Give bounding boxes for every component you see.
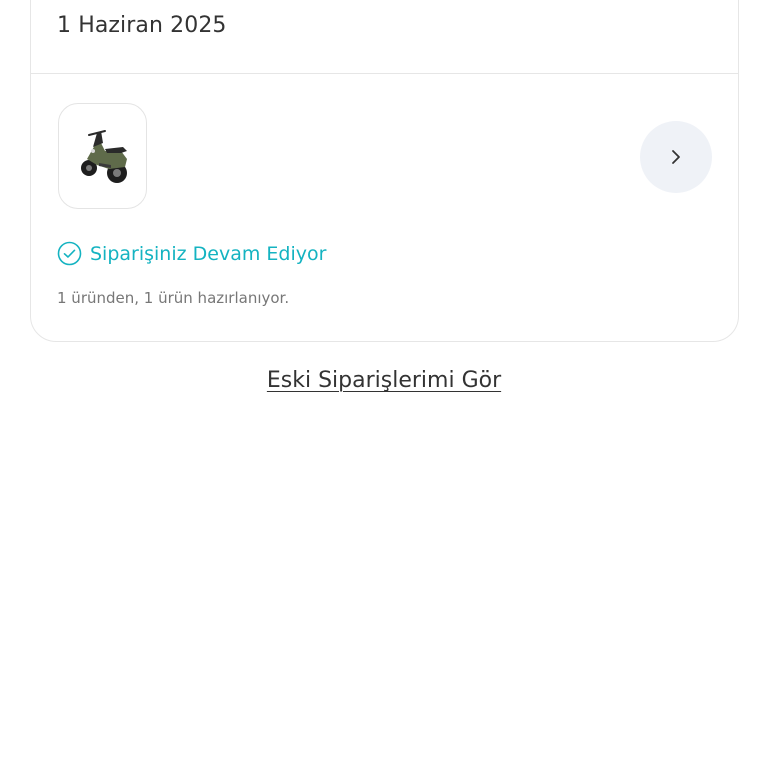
order-card-header: 1 Haziran 2025 bbox=[31, 0, 738, 74]
orders-screen: 1 Haziran 2025 Siparişiniz Devam Ediyor … bbox=[0, 0, 768, 768]
status-detail: 1 üründen, 1 ürün hazırlanıyor. bbox=[57, 289, 290, 307]
old-orders-link[interactable]: Eski Siparişlerimi Gör bbox=[267, 368, 501, 393]
old-orders-container: Eski Siparişlerimi Gör bbox=[0, 368, 768, 393]
product-thumbnail[interactable] bbox=[58, 103, 147, 209]
order-detail-button[interactable] bbox=[640, 121, 712, 193]
scooter-image bbox=[80, 130, 127, 183]
check-circle-icon bbox=[57, 241, 82, 266]
status-label: Siparişiniz Devam Ediyor bbox=[90, 242, 327, 265]
order-card[interactable]: 1 Haziran 2025 Siparişiniz Devam Ediyor … bbox=[30, 0, 739, 342]
order-date: 1 Haziran 2025 bbox=[57, 13, 227, 38]
order-status: Siparişiniz Devam Ediyor bbox=[57, 241, 326, 266]
chevron-right-icon bbox=[672, 150, 680, 164]
